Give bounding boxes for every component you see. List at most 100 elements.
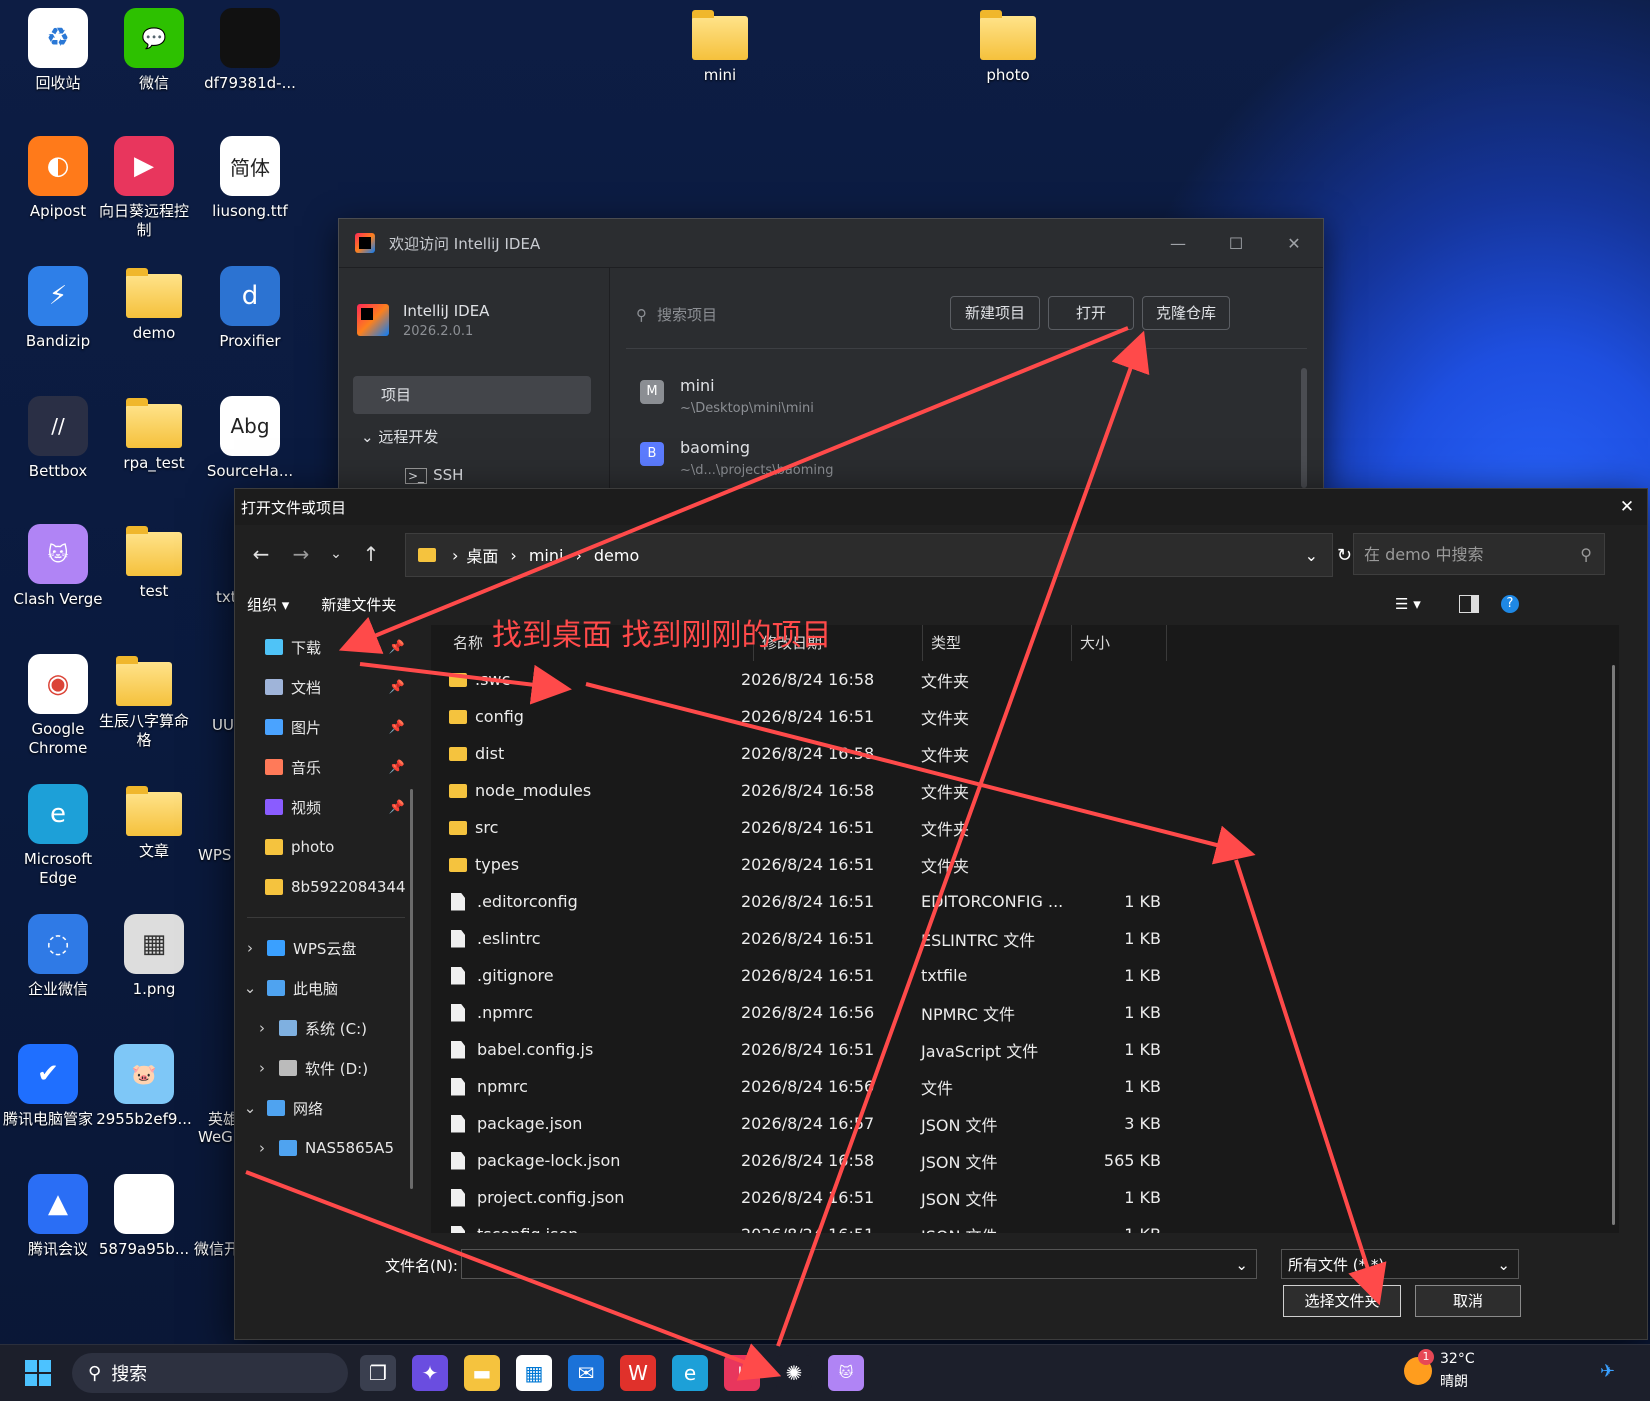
- start-icon[interactable]: [20, 1355, 56, 1391]
- preview-pane-icon[interactable]: [1459, 595, 1479, 613]
- chatgpt-icon[interactable]: ✺: [776, 1355, 812, 1391]
- address-bar[interactable]: › 桌面 › mini › demo ⌄ ↻: [405, 533, 1352, 577]
- desktop-icon[interactable]: ✔ 腾讯电脑管家: [0, 1044, 96, 1129]
- nav-tree-item[interactable]: ⌄ 此电脑: [235, 968, 417, 1008]
- new-folder-button[interactable]: 新建文件夹: [321, 594, 396, 615]
- nav-item[interactable]: 8b5922084344: [235, 867, 417, 907]
- desktop-icon-label[interactable]: 微信开: [194, 1238, 239, 1259]
- nav-item[interactable]: 文档 📌: [235, 667, 417, 707]
- scrollbar[interactable]: [1301, 368, 1307, 488]
- desktop-icon[interactable]: photo: [960, 8, 1056, 85]
- table-row[interactable]: dist 2026/8/24 16:58 文件夹: [431, 735, 1619, 772]
- table-row[interactable]: .gitignore 2026/8/24 16:51 txtfile 1 KB: [431, 957, 1619, 994]
- file-type-select[interactable]: 所有文件 (*.*) ⌄: [1281, 1249, 1519, 1279]
- clone-repo-button[interactable]: 克隆仓库: [1142, 296, 1230, 330]
- desktop-icon[interactable]: Abg SourceHa...: [202, 396, 298, 481]
- desktop-icon[interactable]: df79381d-...: [202, 8, 298, 93]
- tray-app-icon[interactable]: ✈: [1600, 1361, 1615, 1382]
- back-icon[interactable]: ←: [241, 542, 281, 566]
- open-button[interactable]: 打开: [1048, 296, 1134, 330]
- close-icon[interactable]: ✕: [1265, 234, 1323, 253]
- close-icon[interactable]: ✕: [1607, 497, 1647, 517]
- table-row[interactable]: src 2026/8/24 16:51 文件夹: [431, 809, 1619, 846]
- refresh-icon[interactable]: ↻: [1337, 545, 1352, 566]
- chevron-icon[interactable]: ⌄: [239, 1099, 261, 1117]
- edge-icon[interactable]: e: [672, 1355, 708, 1391]
- taskbar-search[interactable]: ⚲ 搜索: [72, 1353, 348, 1393]
- scrollbar[interactable]: [410, 789, 413, 1189]
- table-row[interactable]: npmrc 2026/8/24 16:56 文件 1 KB: [431, 1068, 1619, 1105]
- up-icon[interactable]: ↑: [351, 542, 391, 566]
- recent-project-item[interactable]: Bbaoming ~\d...\projects\baoming: [640, 438, 834, 478]
- column-size[interactable]: 大小: [1072, 625, 1167, 661]
- desktop-icon-label[interactable]: WPS: [198, 846, 231, 864]
- desktop-icon[interactable]: ◉ Google Chrome: [10, 654, 106, 758]
- organize-menu[interactable]: 组织 ▾: [247, 594, 289, 615]
- chevron-icon[interactable]: ⌄: [239, 979, 261, 997]
- chevron-icon[interactable]: ›: [239, 939, 261, 957]
- desktop-icon[interactable]: ◌ 企业微信: [10, 914, 106, 999]
- pin-icon[interactable]: 📌: [389, 720, 405, 735]
- table-row[interactable]: node_modules 2026/8/24 16:58 文件夹: [431, 772, 1619, 809]
- intellij-icon[interactable]: IJ: [724, 1355, 760, 1391]
- maximize-icon[interactable]: ☐: [1207, 234, 1265, 253]
- chevron-down-icon[interactable]: ⌄: [1305, 546, 1318, 565]
- task-view-icon[interactable]: ❐: [360, 1355, 396, 1391]
- desktop-icon[interactable]: test: [106, 524, 202, 601]
- desktop-icon[interactable]: mini: [672, 8, 768, 85]
- desktop-icon[interactable]: // Bettbox: [10, 396, 106, 481]
- new-project-button[interactable]: 新建项目: [950, 296, 1040, 330]
- chevron-icon[interactable]: ›: [251, 1059, 273, 1077]
- desktop-icon[interactable]: 🐷 2955b2ef9...: [96, 1044, 192, 1129]
- desktop-icon[interactable]: 文章: [106, 784, 202, 861]
- table-row[interactable]: babel.config.js 2026/8/24 16:51 JavaScript…: [431, 1031, 1619, 1068]
- minimize-icon[interactable]: —: [1149, 234, 1207, 253]
- desktop-icon[interactable]: ▦ 1.png: [106, 914, 202, 999]
- nav-item[interactable]: 图片 📌: [235, 707, 417, 747]
- desktop-icon[interactable]: demo: [106, 266, 202, 343]
- nav-item[interactable]: photo: [235, 827, 417, 867]
- clash-verge-icon[interactable]: 🐱: [828, 1355, 864, 1391]
- table-row[interactable]: .swc 2026/8/24 16:58 文件夹: [431, 661, 1619, 698]
- desktop-icon[interactable]: d Proxifier: [202, 266, 298, 351]
- table-row[interactable]: .npmrc 2026/8/24 16:56 NPMRC 文件 1 KB: [431, 994, 1619, 1031]
- file-explorer-icon[interactable]: ▬: [464, 1355, 500, 1391]
- recent-locations-icon[interactable]: ⌄: [321, 546, 351, 562]
- desktop-icon-label[interactable]: UU: [212, 716, 234, 734]
- sidebar-item-remote-dev[interactable]: ⌄ 远程开发: [361, 426, 438, 447]
- chevron-icon[interactable]: ›: [251, 1019, 273, 1037]
- m365-copilot-icon[interactable]: ✦: [412, 1355, 448, 1391]
- table-row[interactable]: package-lock.json 2026/8/24 16:58 JSON 文件 5…: [431, 1142, 1619, 1179]
- desktop-icon[interactable]: 生辰八字算命格: [96, 654, 192, 750]
- breadcrumb-desktop[interactable]: 桌面: [466, 543, 498, 567]
- nav-tree-item[interactable]: › 软件 (D:): [235, 1048, 417, 1088]
- cancel-button[interactable]: 取消: [1415, 1285, 1521, 1317]
- pin-icon[interactable]: 📌: [389, 680, 405, 695]
- help-icon[interactable]: ?: [1501, 595, 1519, 613]
- chevron-icon[interactable]: ›: [251, 1139, 273, 1157]
- nav-item[interactable]: 下载 📌: [235, 627, 417, 667]
- desktop-icon[interactable]: rpa_test: [106, 396, 202, 473]
- desktop-icon[interactable]: ♻ 回收站: [10, 8, 106, 93]
- pin-icon[interactable]: 📌: [389, 640, 405, 655]
- nav-tree-item[interactable]: › NAS5865A5: [235, 1128, 417, 1168]
- desktop-icon[interactable]: 5879a95b...: [96, 1174, 192, 1259]
- desktop-icon[interactable]: ▶ 向日葵远程控制: [96, 136, 192, 240]
- project-search[interactable]: ⚲ 搜索项目: [636, 304, 717, 325]
- table-row[interactable]: types 2026/8/24 16:51 文件夹: [431, 846, 1619, 883]
- desktop-icon[interactable]: 💬 微信: [106, 8, 202, 93]
- table-row[interactable]: project.config.json 2026/8/24 16:51 JSON 文…: [431, 1179, 1619, 1216]
- scrollbar[interactable]: [1612, 665, 1615, 1225]
- nav-item[interactable]: 音乐 📌: [235, 747, 417, 787]
- breadcrumb-demo[interactable]: demo: [594, 546, 1305, 565]
- nav-item[interactable]: 视频 📌: [235, 787, 417, 827]
- desktop-icon[interactable]: ▲ 腾讯会议: [10, 1174, 106, 1259]
- pin-icon[interactable]: 📌: [389, 800, 405, 815]
- view-options-icon[interactable]: ☰ ▾: [1395, 595, 1421, 613]
- column-type[interactable]: 类型: [923, 625, 1072, 661]
- outlook-icon[interactable]: ✉: [568, 1355, 604, 1391]
- table-row[interactable]: .editorconfig 2026/8/24 16:51 EDITORCONFIG…: [431, 883, 1619, 920]
- pin-icon[interactable]: 📌: [389, 760, 405, 775]
- desktop-icon[interactable]: ⚡ Bandizip: [10, 266, 106, 351]
- wps-office-icon[interactable]: W: [620, 1355, 656, 1391]
